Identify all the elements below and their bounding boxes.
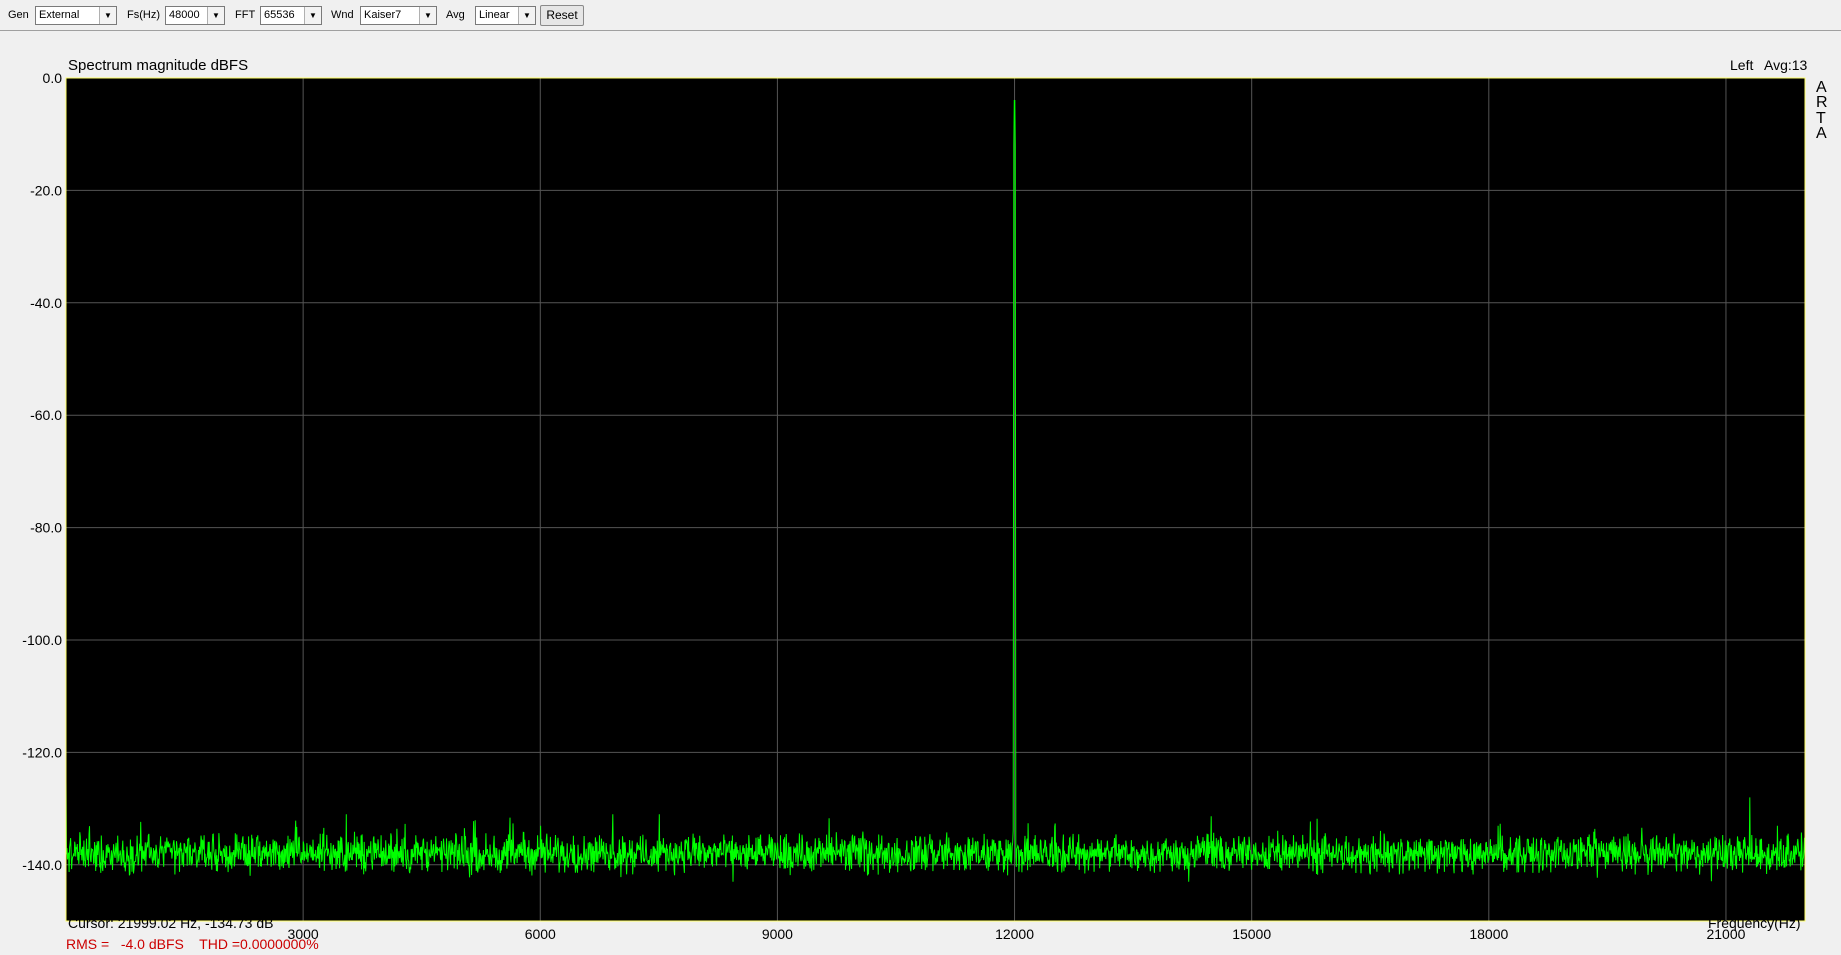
gen-select-value: External [39, 9, 80, 21]
channel-label: Left [1730, 57, 1753, 73]
rms-thd-readout: RMS = -4.0 dBFS THD =0.0000000% [66, 936, 319, 952]
avg-count-label: Avg:13 [1764, 57, 1808, 73]
fft-select[interactable]: 65536 ▼ [260, 6, 322, 25]
x-tick-label: 12000 [995, 926, 1034, 942]
wnd-select-value: Kaiser7 [364, 9, 402, 21]
x-tick-label: 9000 [762, 926, 793, 942]
fs-select-value: 48000 [169, 9, 200, 21]
x-tick-label: 15000 [1232, 926, 1271, 942]
chevron-down-icon: ▼ [99, 7, 116, 24]
avg-select[interactable]: Linear ▼ [475, 6, 536, 25]
y-tick-label: -80.0 [30, 520, 62, 536]
y-axis-ticks: 0.0 -20.0 -40.0 -60.0 -80.0 -100.0 -120.0 -140.… [22, 70, 62, 873]
y-tick-label: -20.0 [30, 182, 62, 198]
wnd-select[interactable]: Kaiser7 ▼ [360, 6, 437, 25]
chevron-down-icon: ▼ [419, 7, 436, 24]
toolbar: Gen External ▼ Fs(Hz) 48000 ▼ FFT 65536 … [0, 0, 1841, 31]
chevron-down-icon: ▼ [207, 7, 224, 24]
plot-area[interactable] [66, 78, 1805, 921]
x-axis-ticks: 3000 6000 9000 12000 15000 18000 21000 [288, 926, 1746, 942]
gen-label: Gen [8, 9, 29, 21]
avg-label: Avg [446, 9, 465, 21]
fft-select-value: 65536 [264, 9, 295, 21]
x-tick-label: 6000 [525, 926, 556, 942]
fs-select[interactable]: 48000 ▼ [165, 6, 225, 25]
fft-label: FFT [235, 9, 256, 21]
arta-letter: R [1816, 94, 1828, 111]
wnd-label: Wnd [331, 9, 354, 21]
cursor-readout: Cursor: 21999.02 Hz, -134.73 dB [68, 915, 273, 931]
y-tick-label: -120.0 [22, 744, 62, 760]
y-tick-label: -140.0 [22, 857, 62, 873]
y-tick-label: -100.0 [22, 632, 62, 648]
avg-select-value: Linear [479, 9, 510, 21]
y-tick-label: -40.0 [30, 295, 62, 311]
chevron-down-icon: ▼ [304, 7, 321, 24]
x-tick-label: 18000 [1469, 926, 1508, 942]
arta-logo: A R T A [1816, 79, 1828, 142]
reset-button[interactable]: Reset [540, 5, 584, 26]
chevron-down-icon: ▼ [518, 7, 535, 24]
x-axis-label: Frequency(Hz) [1708, 915, 1801, 931]
gen-select[interactable]: External ▼ [35, 6, 117, 25]
arta-letter: A [1816, 125, 1827, 142]
y-tick-label: -60.0 [30, 407, 62, 423]
y-tick-label: 0.0 [43, 70, 63, 86]
chart-title: Spectrum magnitude dBFS [68, 57, 248, 74]
fs-label: Fs(Hz) [127, 9, 160, 21]
spectrum-chart[interactable]: Spectrum magnitude dBFS Left Avg:13 0.0 -… [0, 31, 1841, 955]
